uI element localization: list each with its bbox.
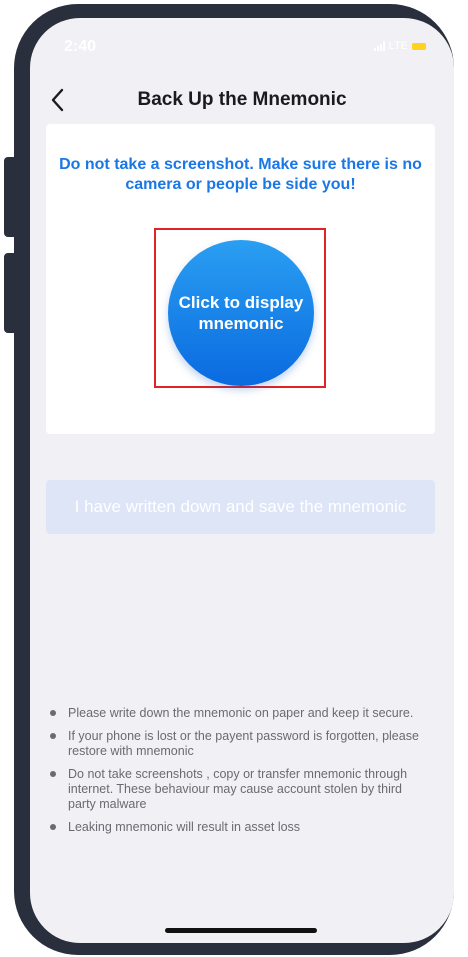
status-time: 2:40: [64, 38, 97, 55]
warning-text: Do not take a screenshot. Make sure ther…: [59, 156, 422, 193]
battery-icon: [412, 42, 426, 50]
bullet-icon: [50, 733, 56, 739]
tip-text: If your phone is lost or the payent pass…: [68, 729, 419, 758]
page-title: Back Up the Mnemonic: [137, 89, 347, 110]
list-item: Please write down the mnemonic on paper …: [50, 706, 430, 721]
bullet-icon: [50, 771, 56, 777]
list-item: Leaking mnemonic will result in asset lo…: [50, 820, 430, 835]
list-item: Do not take screenshots , copy or transf…: [50, 767, 430, 812]
bullet-icon: [50, 710, 56, 716]
phone-side-button: [4, 253, 18, 333]
tips-list: Please write down the mnemonic on paper …: [50, 706, 430, 843]
mnemonic-card: Do not take a screenshot. Make sure ther…: [46, 124, 435, 434]
tip-text: Do not take screenshots , copy or transf…: [68, 767, 408, 811]
display-mnemonic-button[interactable]: Click to display mnemonic: [168, 240, 314, 386]
list-item: If your phone is lost or the payent pass…: [50, 729, 430, 759]
phone-side-button: [4, 157, 18, 237]
display-mnemonic-label: Click to display mnemonic: [178, 293, 304, 333]
bullet-icon: [50, 824, 56, 830]
confirm-written-button[interactable]: I have written down and save the mnemoni…: [46, 480, 435, 534]
tip-text: Leaking mnemonic will result in asset lo…: [68, 820, 301, 834]
screen: 2:40 LTE Back Up the Mnemonic Do not tak…: [30, 18, 454, 943]
tip-text: Please write down the mnemonic on paper …: [68, 706, 414, 720]
home-indicator[interactable]: [165, 928, 317, 933]
network-label: LTE: [388, 40, 408, 52]
status-icons: LTE: [373, 40, 426, 52]
signal-icon: [373, 41, 385, 51]
status-bar: 2:40 LTE: [30, 18, 454, 74]
highlight-box: Click to display mnemonic: [154, 228, 326, 388]
nav-bar: Back Up the Mnemonic: [30, 80, 454, 120]
